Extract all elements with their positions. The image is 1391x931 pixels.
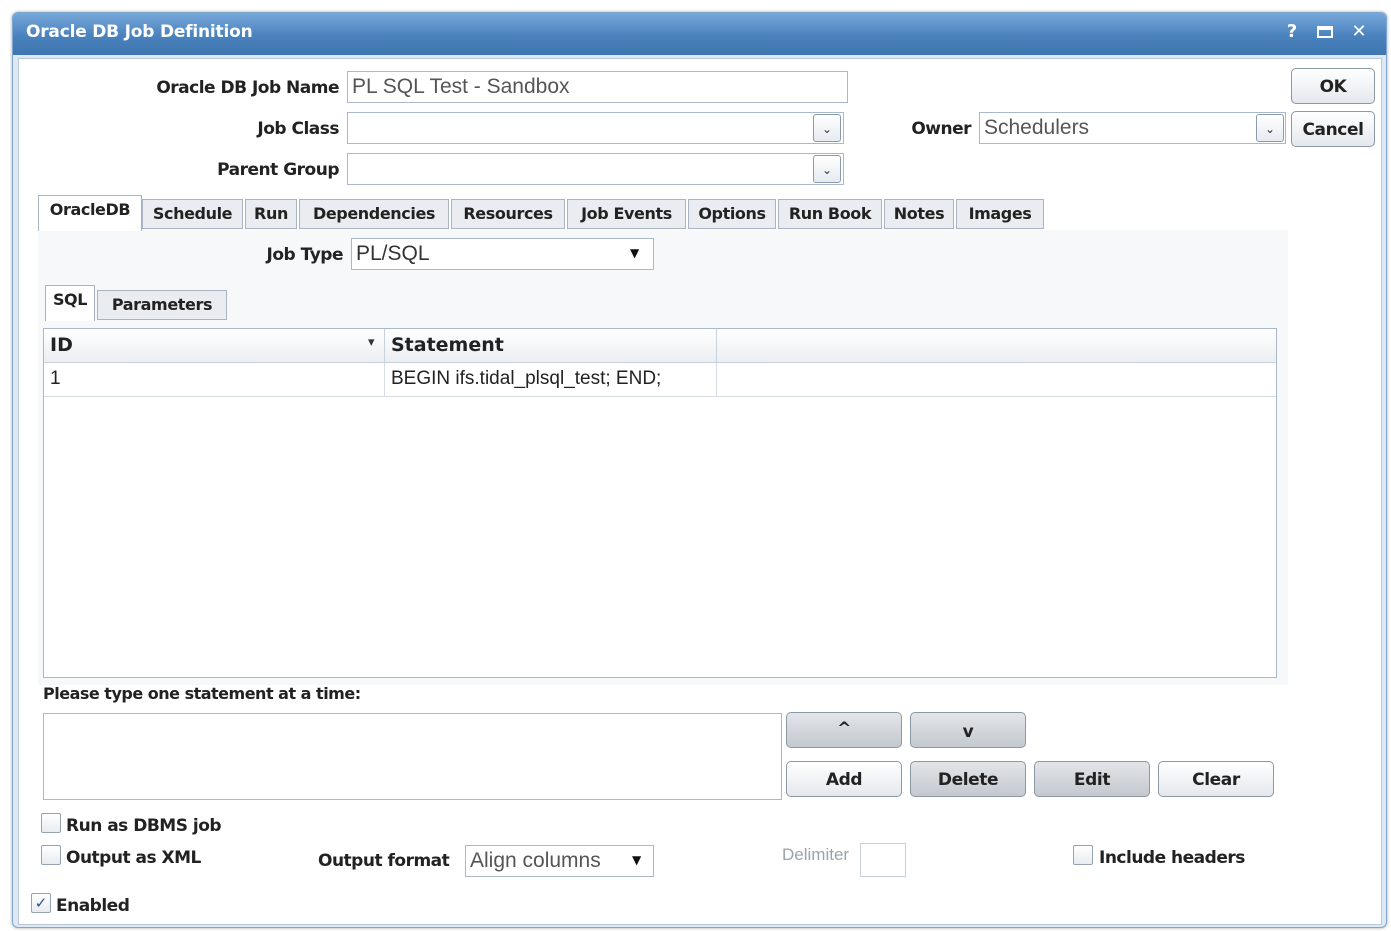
run-as-dbms-label: Run as DBMS job xyxy=(66,816,222,836)
output-format-arrow-icon[interactable]: ▼ xyxy=(632,853,641,867)
subtab-sql[interactable]: SQL xyxy=(45,285,95,321)
owner-select[interactable]: Schedulers xyxy=(979,112,1286,144)
delimiter-input[interactable] xyxy=(860,843,906,877)
owner-label: Owner xyxy=(911,119,971,139)
edit-button[interactable]: Edit xyxy=(1034,761,1150,797)
tab-resources[interactable]: Resources xyxy=(451,199,565,229)
job-name-label: Oracle DB Job Name xyxy=(156,78,339,98)
run-as-dbms-checkbox[interactable] xyxy=(41,813,61,833)
job-type-select[interactable]: PL/SQL xyxy=(351,238,654,270)
move-down-button[interactable]: v xyxy=(910,712,1026,748)
delimiter-label: Delimiter xyxy=(782,845,850,864)
owner-dropdown-button[interactable]: ⌄ xyxy=(1256,114,1284,142)
table-cell-id[interactable]: 1 xyxy=(44,363,385,397)
statement-prompt-label: Please type one statement at a time: xyxy=(43,684,361,703)
help-icon[interactable]: ? xyxy=(1280,20,1304,44)
sql-statements-grid[interactable]: ID ▾ Statement 1 BEGIN ifs.tidal_plsql_t… xyxy=(43,328,1277,678)
tab-run-book[interactable]: Run Book xyxy=(778,199,882,229)
tab-dependencies[interactable]: Dependencies xyxy=(299,199,449,229)
job-class-label: Job Class xyxy=(257,119,339,139)
include-headers-checkbox[interactable] xyxy=(1073,845,1093,865)
column-header-id[interactable]: ID xyxy=(44,329,385,363)
output-format-label: Output format xyxy=(318,851,450,871)
move-up-button[interactable]: ^ xyxy=(786,712,902,748)
column-header-statement[interactable]: Statement xyxy=(385,329,717,363)
job-type-arrow-icon[interactable]: ▼ xyxy=(630,246,639,260)
ok-button[interactable]: OK xyxy=(1291,68,1375,104)
tab-run[interactable]: Run xyxy=(245,199,297,229)
window-title: Oracle DB Job Definition xyxy=(26,22,253,42)
job-class-dropdown-button[interactable]: ⌄ xyxy=(813,114,841,142)
enabled-checkbox[interactable]: ✓ xyxy=(31,893,51,913)
table-cell-statement[interactable]: BEGIN ifs.tidal_plsql_test; END; xyxy=(385,363,717,397)
tab-job-events[interactable]: Job Events xyxy=(567,199,686,229)
add-button[interactable]: Add xyxy=(786,761,902,797)
cancel-button[interactable]: Cancel xyxy=(1291,111,1375,147)
tab-notes[interactable]: Notes xyxy=(884,199,954,229)
include-headers-label: Include headers xyxy=(1099,848,1245,868)
statement-textarea[interactable] xyxy=(43,713,782,800)
tab-images[interactable]: Images xyxy=(956,199,1044,229)
output-xml-label: Output as XML xyxy=(66,848,201,868)
job-class-select[interactable] xyxy=(347,112,844,144)
restore-icon[interactable] xyxy=(1313,20,1337,46)
job-name-input[interactable]: PL SQL Test - Sandbox xyxy=(347,71,848,103)
output-format-select[interactable]: Align columns xyxy=(465,845,654,877)
sort-icon[interactable]: ▾ xyxy=(368,335,375,350)
tab-schedule[interactable]: Schedule xyxy=(142,199,243,229)
enabled-label: Enabled xyxy=(56,896,130,916)
close-icon[interactable]: ✕ xyxy=(1347,20,1371,44)
table-cell-empty[interactable] xyxy=(717,363,1276,397)
subtab-parameters[interactable]: Parameters xyxy=(97,290,227,320)
tab-options[interactable]: Options xyxy=(688,199,776,229)
delete-button[interactable]: Delete xyxy=(910,761,1026,797)
parent-group-dropdown-button[interactable]: ⌄ xyxy=(813,155,841,183)
column-header-blank xyxy=(717,329,1276,363)
parent-group-select[interactable] xyxy=(347,153,844,185)
output-xml-checkbox[interactable] xyxy=(41,845,61,865)
tab-oracledb[interactable]: OracleDB xyxy=(38,195,142,231)
parent-group-label: Parent Group xyxy=(217,160,339,180)
job-type-label: Job Type xyxy=(266,245,344,265)
clear-button[interactable]: Clear xyxy=(1158,761,1274,797)
